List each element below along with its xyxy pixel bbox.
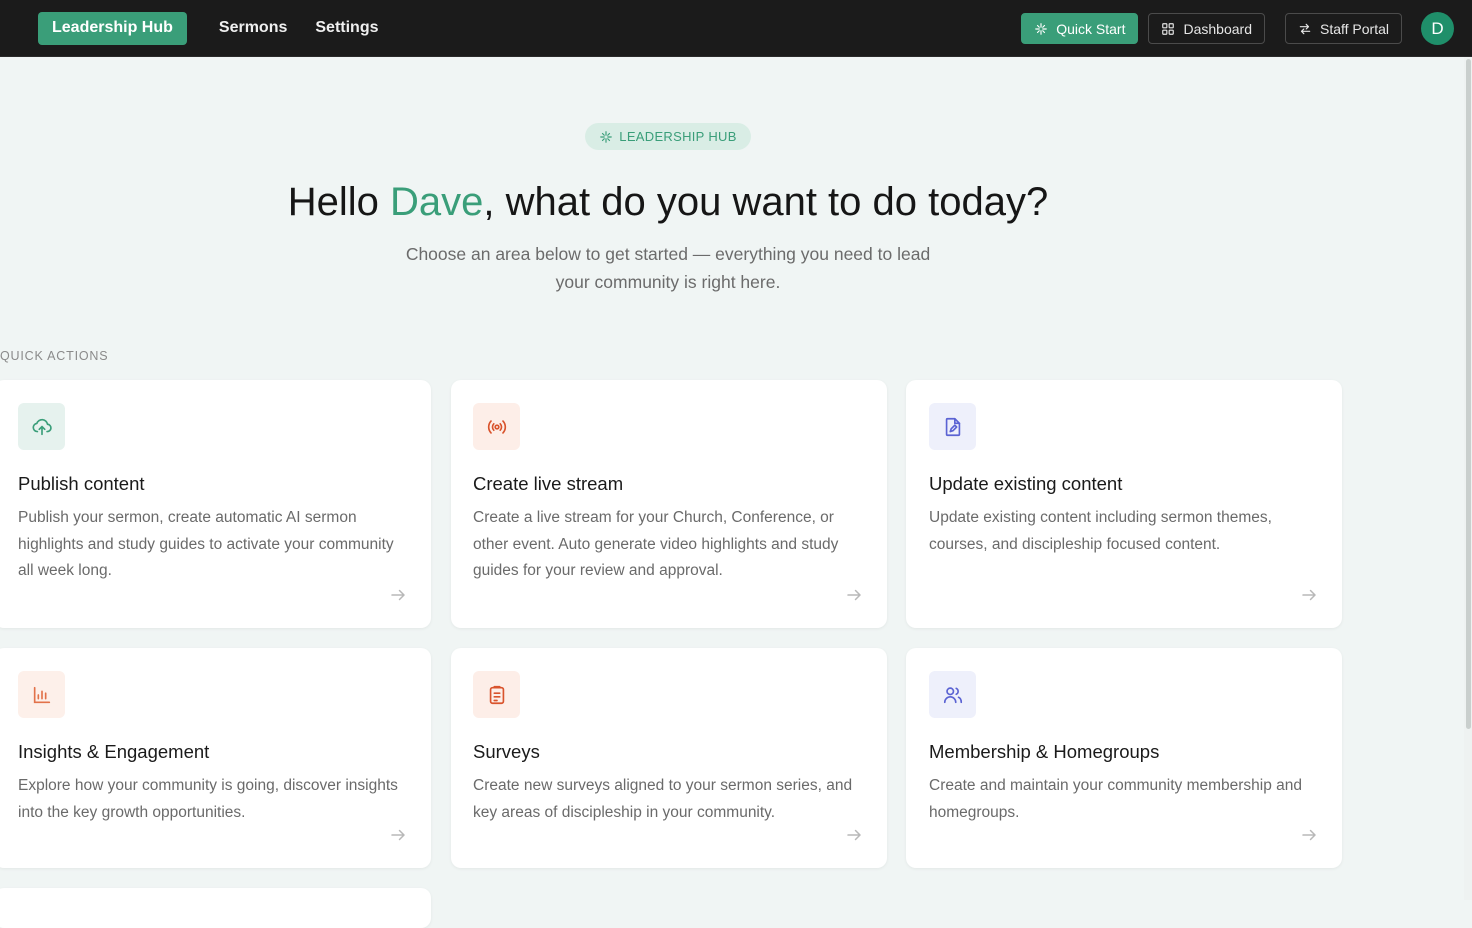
card-surveys[interactable]: Surveys Create new surveys aligned to yo… bbox=[451, 648, 887, 868]
users-icon-box bbox=[929, 671, 976, 718]
card-description: Update existing content including sermon… bbox=[929, 509, 1272, 553]
cloud-upload-icon bbox=[31, 418, 52, 435]
greeting-suffix: , what do you want to do today? bbox=[483, 180, 1049, 224]
card-description: Create new surveys aligned to your sermo… bbox=[473, 777, 853, 821]
file-edit-icon bbox=[945, 417, 960, 436]
card-title: Create live stream bbox=[473, 473, 624, 494]
pill-label: LEADERSHIP HUB bbox=[619, 129, 737, 144]
broadcast-icon bbox=[487, 419, 506, 434]
staff-portal-button[interactable]: Staff Portal bbox=[1284, 13, 1402, 44]
sparkle-icon bbox=[1035, 22, 1048, 35]
arrow-right-icon bbox=[1302, 829, 1316, 841]
arrow-right-icon bbox=[391, 829, 405, 841]
card-title: Publish content bbox=[18, 473, 145, 494]
card-insights-engagement[interactable]: Insights & Engagement Explore how your c… bbox=[0, 648, 431, 868]
nav-leadership-hub[interactable]: Leadership Hub bbox=[38, 11, 187, 45]
nav-sermons[interactable]: Sermons bbox=[205, 12, 301, 45]
clipboard-icon-box bbox=[473, 671, 520, 718]
arrow-right-icon bbox=[391, 589, 405, 601]
dashboard-label: Dashboard bbox=[1183, 20, 1252, 37]
card-description: Explore how your community is going, dis… bbox=[18, 777, 398, 821]
card-description: Create a live stream for your Church, Co… bbox=[473, 509, 839, 579]
file-edit-icon-box bbox=[929, 403, 976, 450]
quick-start-label: Quick Start bbox=[1056, 20, 1126, 37]
card-title: Surveys bbox=[473, 741, 540, 762]
user-avatar[interactable]: D bbox=[1421, 12, 1454, 45]
sparkle-icon bbox=[600, 130, 613, 143]
card-title: Update existing content bbox=[929, 473, 1123, 494]
scrollbar-thumb[interactable] bbox=[1466, 59, 1471, 729]
arrow-right-icon bbox=[1302, 589, 1316, 601]
greeting-prefix: Hello bbox=[287, 180, 391, 224]
cloud-upload-icon-box bbox=[18, 403, 65, 450]
card-membership-homegroups[interactable]: Membership & Homegroups Create and maint… bbox=[906, 648, 1342, 868]
dashboard-button[interactable]: Dashboard bbox=[1148, 13, 1265, 44]
arrow-right-icon bbox=[847, 589, 861, 601]
leadership-hub-pill: LEADERSHIP HUB bbox=[585, 123, 751, 150]
page-title: Hello Dave, what do you want to do today… bbox=[0, 178, 1336, 226]
card-title: Insights & Engagement bbox=[18, 741, 210, 762]
card-create-live-stream[interactable]: Create live stream Create a live stream … bbox=[451, 380, 887, 628]
hero-section: LEADERSHIP HUB Hello Dave, what do you w… bbox=[0, 123, 1336, 296]
nav-settings[interactable]: Settings bbox=[301, 12, 392, 45]
page-subtitle: Choose an area below to get started — ev… bbox=[405, 244, 931, 292]
card-description: Create and maintain your community membe… bbox=[929, 777, 1303, 821]
staff-portal-label: Staff Portal bbox=[1319, 20, 1389, 37]
card-partial-next[interactable] bbox=[0, 888, 431, 928]
nav-right: Quick Start Dashboard Staff Portal D bbox=[1021, 12, 1454, 45]
user-name: Dave bbox=[390, 180, 484, 224]
card-title: Membership & Homegroups bbox=[929, 741, 1160, 762]
bar-chart-icon-box bbox=[18, 671, 65, 718]
quick-start-button[interactable]: Quick Start bbox=[1021, 13, 1139, 44]
clipboard-icon bbox=[489, 685, 504, 704]
swap-arrows-icon bbox=[1299, 23, 1311, 34]
card-update-existing-content[interactable]: Update existing content Update existing … bbox=[906, 380, 1342, 628]
grid-icon bbox=[1162, 22, 1175, 35]
users-icon bbox=[943, 686, 962, 703]
card-publish-content[interactable]: Publish content Publish your sermon, cre… bbox=[0, 380, 431, 628]
bar-chart-icon bbox=[33, 686, 50, 703]
scrollbar-track[interactable] bbox=[1464, 57, 1472, 900]
broadcast-icon-box bbox=[473, 403, 520, 450]
quick-actions-label: QUICK ACTIONS bbox=[0, 349, 109, 363]
nav-left: Leadership Hub Sermons Settings bbox=[38, 11, 393, 45]
card-description: Publish your sermon, create automatic AI… bbox=[18, 509, 394, 579]
arrow-right-icon bbox=[847, 829, 861, 841]
top-navigation-bar: Leadership Hub Sermons Settings Quick St… bbox=[0, 0, 1472, 57]
